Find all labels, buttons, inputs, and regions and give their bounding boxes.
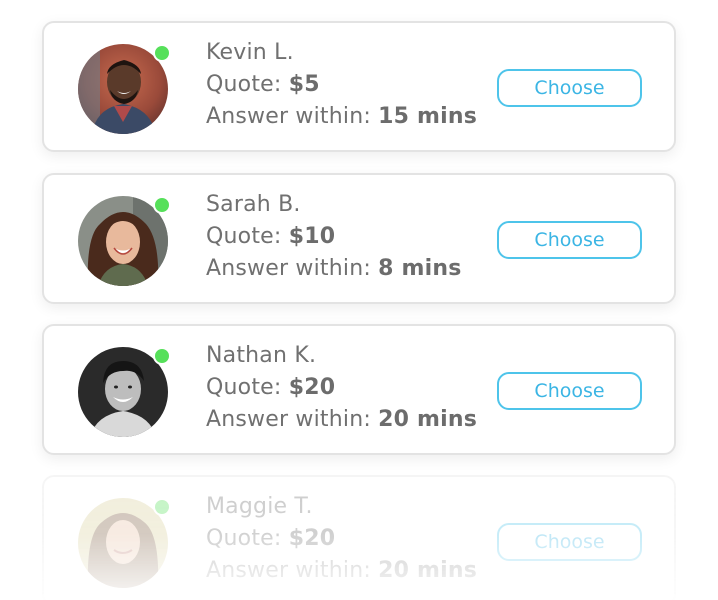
avatar [78, 196, 171, 286]
expert-name: Kevin L. [206, 40, 294, 65]
choose-button[interactable]: Choose [497, 69, 642, 107]
expert-name: Maggie T. [206, 494, 313, 519]
quote-value: $20 [288, 526, 336, 551]
online-status-dot [153, 196, 171, 214]
choose-button[interactable]: Choose [497, 221, 642, 259]
expert-name: Nathan K. [206, 343, 317, 368]
answer-line: Answer within: 15 mins [206, 101, 477, 133]
answer-label: Answer within: [206, 256, 371, 281]
expert-card: Sarah B. Quote: $10 Answer within: 8 min… [42, 173, 676, 304]
avatar [78, 347, 171, 437]
expert-info: Sarah B. Quote: $10 Answer within: 8 min… [206, 189, 462, 285]
answer-value: 20 mins [378, 407, 478, 432]
quote-line: Quote: $20 [206, 372, 477, 404]
avatar [78, 498, 171, 588]
quote-line: Quote: $5 [206, 69, 477, 101]
answer-line: Answer within: 8 mins [206, 253, 462, 285]
answer-label: Answer within: [206, 104, 371, 129]
online-status-dot [153, 44, 171, 62]
avatar [78, 44, 171, 134]
answer-label: Answer within: [206, 558, 371, 583]
quote-value: $5 [288, 72, 320, 97]
answer-value: 20 mins [378, 558, 478, 583]
quote-line: Quote: $10 [206, 221, 462, 253]
answer-value: 15 mins [378, 104, 478, 129]
quote-label: Quote: [206, 72, 282, 97]
expert-info: Kevin L. Quote: $5 Answer within: 15 min… [206, 37, 477, 133]
expert-name: Sarah B. [206, 192, 301, 217]
answer-line: Answer within: 20 mins [206, 555, 477, 587]
choose-button[interactable]: Choose [497, 523, 642, 561]
expert-info: Nathan K. Quote: $20 Answer within: 20 m… [206, 340, 477, 436]
quote-label: Quote: [206, 375, 282, 400]
expert-info: Maggie T. Quote: $20 Answer within: 20 m… [206, 491, 477, 587]
expert-card: Kevin L. Quote: $5 Answer within: 15 min… [42, 21, 676, 152]
quote-label: Quote: [206, 224, 282, 249]
answer-label: Answer within: [206, 407, 371, 432]
online-status-dot [153, 347, 171, 365]
answer-value: 8 mins [378, 256, 462, 281]
answer-line: Answer within: 20 mins [206, 404, 477, 436]
online-status-dot [153, 498, 171, 516]
expert-card: Nathan K. Quote: $20 Answer within: 20 m… [42, 324, 676, 455]
expert-list: Kevin L. Quote: $5 Answer within: 15 min… [0, 0, 718, 600]
expert-card: Maggie T. Quote: $20 Answer within: 20 m… [42, 475, 676, 600]
quote-value: $10 [288, 224, 336, 249]
quote-line: Quote: $20 [206, 523, 477, 555]
choose-button[interactable]: Choose [497, 372, 642, 410]
quote-value: $20 [288, 375, 336, 400]
quote-label: Quote: [206, 526, 282, 551]
